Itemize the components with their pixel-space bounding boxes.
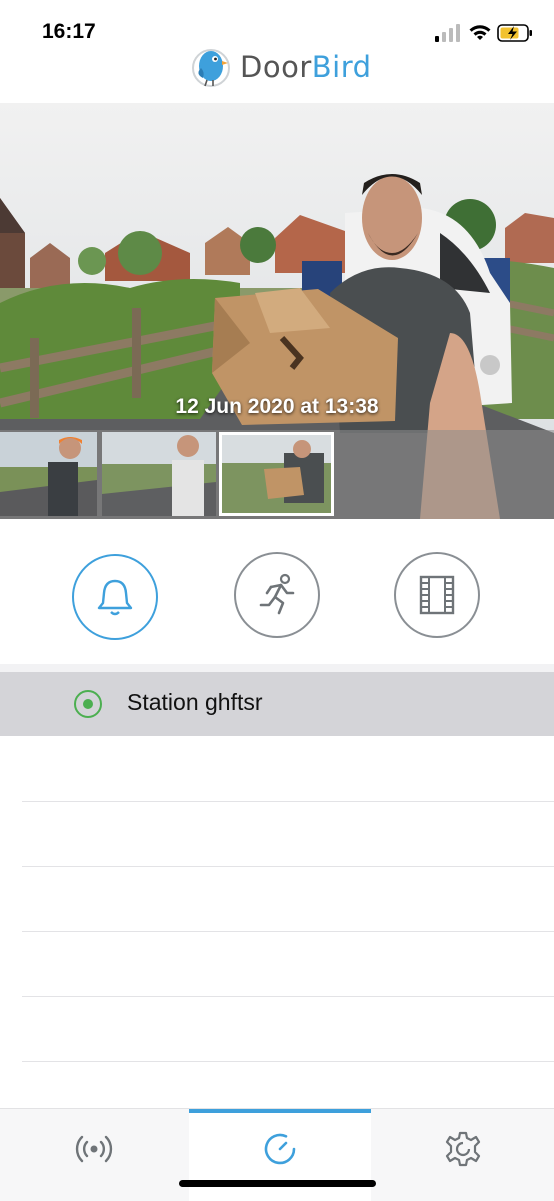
film-icon — [419, 575, 455, 615]
camera-view[interactable]: 12 Jun 2020 at 13:38 — [0, 103, 554, 519]
list-separator — [22, 931, 554, 932]
history-thumbnail-4[interactable] — [336, 432, 554, 516]
history-clock-icon — [264, 1133, 296, 1165]
ring-events-button[interactable] — [72, 554, 158, 640]
history-thumbnail-3[interactable] — [219, 432, 334, 516]
battery-charging-icon — [497, 24, 532, 42]
list-separator — [22, 801, 554, 802]
status-time: 16:17 — [42, 20, 96, 43]
tab-history[interactable] — [189, 1109, 371, 1201]
tab-live[interactable] — [0, 1109, 188, 1201]
history-thumbnail-2[interactable] — [102, 432, 216, 516]
station-name: Station ghftsr — [127, 689, 263, 715]
doorbird-logo-icon — [192, 49, 230, 87]
list-separator — [22, 996, 554, 997]
wifi-icon — [469, 25, 491, 40]
home-indicator — [179, 1180, 376, 1187]
tab-bar — [0, 1108, 554, 1201]
broadcast-icon — [75, 1135, 113, 1163]
running-person-icon — [259, 573, 295, 615]
recordings-button[interactable] — [394, 552, 480, 638]
thumbnail-image — [102, 432, 216, 516]
bell-icon — [97, 579, 133, 616]
thumbnail-image — [222, 435, 331, 513]
history-thumbnail-strip — [0, 430, 554, 519]
thumbnail-image — [0, 432, 97, 516]
list-separator — [22, 1061, 554, 1062]
action-buttons — [0, 540, 554, 650]
section-divider — [0, 664, 554, 672]
tab-settings[interactable] — [372, 1109, 554, 1201]
app-header: DoorBird — [0, 44, 554, 94]
app-title: DoorBird — [240, 50, 372, 84]
history-thumbnail-1[interactable] — [0, 432, 97, 516]
snapshot-timestamp: 12 Jun 2020 at 13:38 — [175, 395, 379, 418]
motion-events-button[interactable] — [234, 552, 320, 638]
gear-icon — [445, 1131, 481, 1167]
station-status-indicator — [74, 690, 102, 718]
cellular-signal-icon — [435, 24, 460, 42]
list-separator — [22, 866, 554, 867]
station-row[interactable]: Station ghftsr — [0, 672, 554, 736]
